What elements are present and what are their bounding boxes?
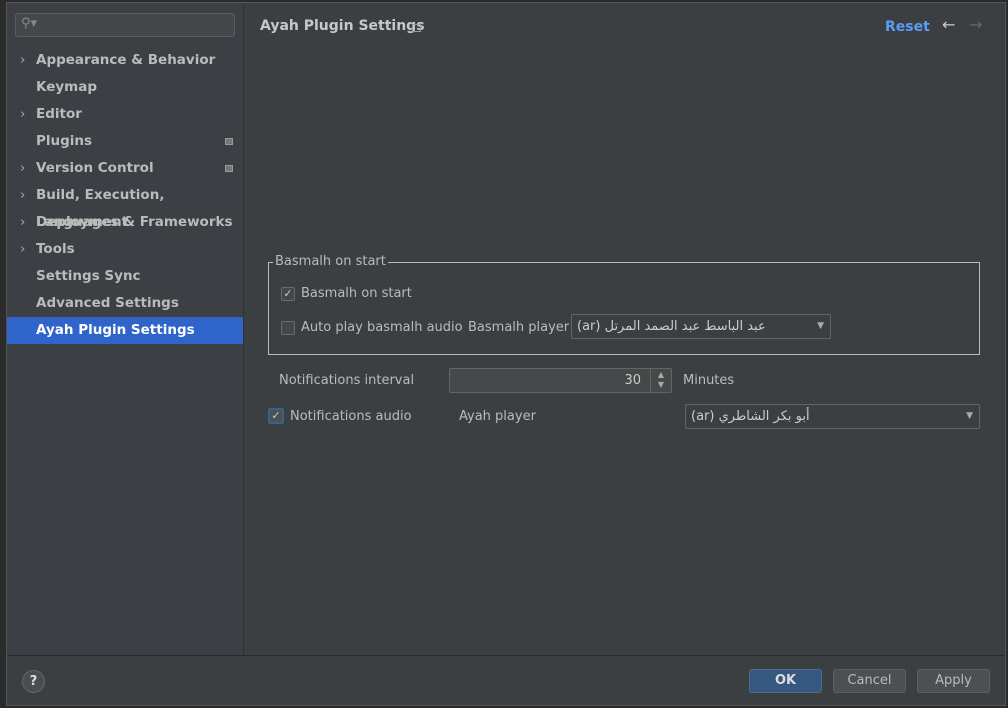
sidebar-item-label: Languages & Frameworks: [36, 214, 233, 230]
search-icon: ⚲▾: [21, 16, 38, 31]
sidebar-item-editor[interactable]: › Editor: [7, 101, 243, 128]
sidebar: ⚲▾ › Appearance & Behavior Keymap › Editor Pl…: [7, 3, 244, 655]
apply-button[interactable]: Apply: [917, 669, 990, 693]
footer: ? OK Cancel Apply: [7, 655, 1005, 705]
content-panel: Ayah Plugin Settings Reset ← → Basmalh o…: [245, 3, 1005, 655]
selected-value: عبد الباسط عبد الصمد المرتل (ar): [577, 319, 766, 334]
sidebar-item-settings-sync[interactable]: Settings Sync: [7, 263, 243, 290]
ayah-player-label: Ayah player: [459, 409, 536, 424]
selected-value: أبو بكر الشاطري (ar): [691, 409, 810, 424]
sidebar-item-keymap[interactable]: Keymap: [7, 74, 243, 101]
search-input[interactable]: ⚲▾: [15, 13, 235, 37]
auto-play-checkbox[interactable]: [281, 321, 295, 335]
sidebar-item-label: Plugins: [36, 133, 93, 149]
modified-icon: [225, 138, 233, 145]
basmalh-on-start-label: Basmalh on start: [301, 286, 412, 301]
sidebar-item-label: Tools: [36, 241, 75, 257]
notifications-audio-checkbox[interactable]: ✓: [268, 408, 284, 424]
sidebar-item-label: Settings Sync: [36, 268, 141, 284]
sidebar-item-plugins[interactable]: Plugins: [7, 128, 243, 155]
notifications-interval-spinner[interactable]: 30 ▲ ▼: [449, 368, 672, 393]
sidebar-item-version-control[interactable]: › Version Control: [7, 155, 243, 182]
cancel-button[interactable]: Cancel: [833, 669, 906, 693]
chevron-right-icon[interactable]: ›: [20, 155, 25, 182]
chevron-right-icon[interactable]: ›: [20, 101, 25, 128]
ayah-player-select[interactable]: أبو بكر الشاطري (ar) ▼: [685, 404, 980, 429]
chevron-right-icon[interactable]: ›: [20, 182, 25, 209]
auto-play-label: Auto play basmalh audio: [301, 320, 463, 335]
dropdown-arrow-icon: ▼: [817, 321, 824, 331]
sidebar-item-languages-frameworks[interactable]: › Languages & Frameworks: [7, 209, 243, 236]
sidebar-item-label: Advanced Settings: [36, 295, 179, 311]
interval-value: 30: [624, 373, 641, 388]
basmalh-player-label: Basmalh player: [468, 320, 570, 335]
modified-icon: [225, 165, 233, 172]
reset-link[interactable]: Reset: [885, 19, 930, 35]
basmalh-on-start-checkbox[interactable]: ✓: [281, 287, 295, 301]
chevron-right-icon[interactable]: ›: [20, 47, 25, 74]
sidebar-item-build-execution-deployment[interactable]: › Build, Execution, Deployment: [7, 182, 243, 230]
forward-arrow-icon[interactable]: →: [969, 15, 982, 34]
sidebar-item-label: Keymap: [36, 79, 98, 95]
basmalh-group: Basmalh on start ✓ Basmalh on start Auto…: [268, 254, 980, 355]
chevron-right-icon[interactable]: ›: [20, 209, 25, 236]
sidebar-item-tools[interactable]: › Tools: [7, 236, 243, 263]
settings-dialog: ⚲▾ › Appearance & Behavior Keymap › Editor Pl…: [6, 2, 1006, 706]
sidebar-item-appearance-behavior[interactable]: › Appearance & Behavior: [7, 47, 243, 74]
sidebar-item-ayah-plugin-settings[interactable]: Ayah Plugin Settings: [7, 317, 243, 344]
notifications-audio-label: Notifications audio: [290, 409, 412, 424]
interval-unit-label: Minutes: [683, 373, 735, 388]
sidebar-item-label: Ayah Plugin Settings: [36, 322, 195, 338]
page-title: Ayah Plugin Settings: [260, 18, 425, 34]
basmalh-player-select[interactable]: عبد الباسط عبد الصمد المرتل (ar) ▼: [571, 314, 831, 339]
sidebar-item-advanced-settings[interactable]: Advanced Settings: [7, 290, 243, 317]
sidebar-item-label: Editor: [36, 106, 82, 122]
spinner-arrows-icon[interactable]: ▲ ▼: [650, 369, 671, 392]
help-button[interactable]: ?: [22, 670, 45, 693]
back-arrow-icon[interactable]: ←: [942, 15, 955, 34]
sidebar-item-label: Appearance & Behavior: [36, 52, 216, 68]
project-scope-icon: [412, 24, 421, 32]
chevron-right-icon[interactable]: ›: [20, 236, 25, 263]
sidebar-item-label: Version Control: [36, 160, 154, 176]
dropdown-arrow-icon: ▼: [966, 411, 973, 421]
notifications-interval-label: Notifications interval: [279, 373, 415, 388]
ok-button[interactable]: OK: [749, 669, 822, 693]
group-title: Basmalh on start: [273, 254, 388, 269]
